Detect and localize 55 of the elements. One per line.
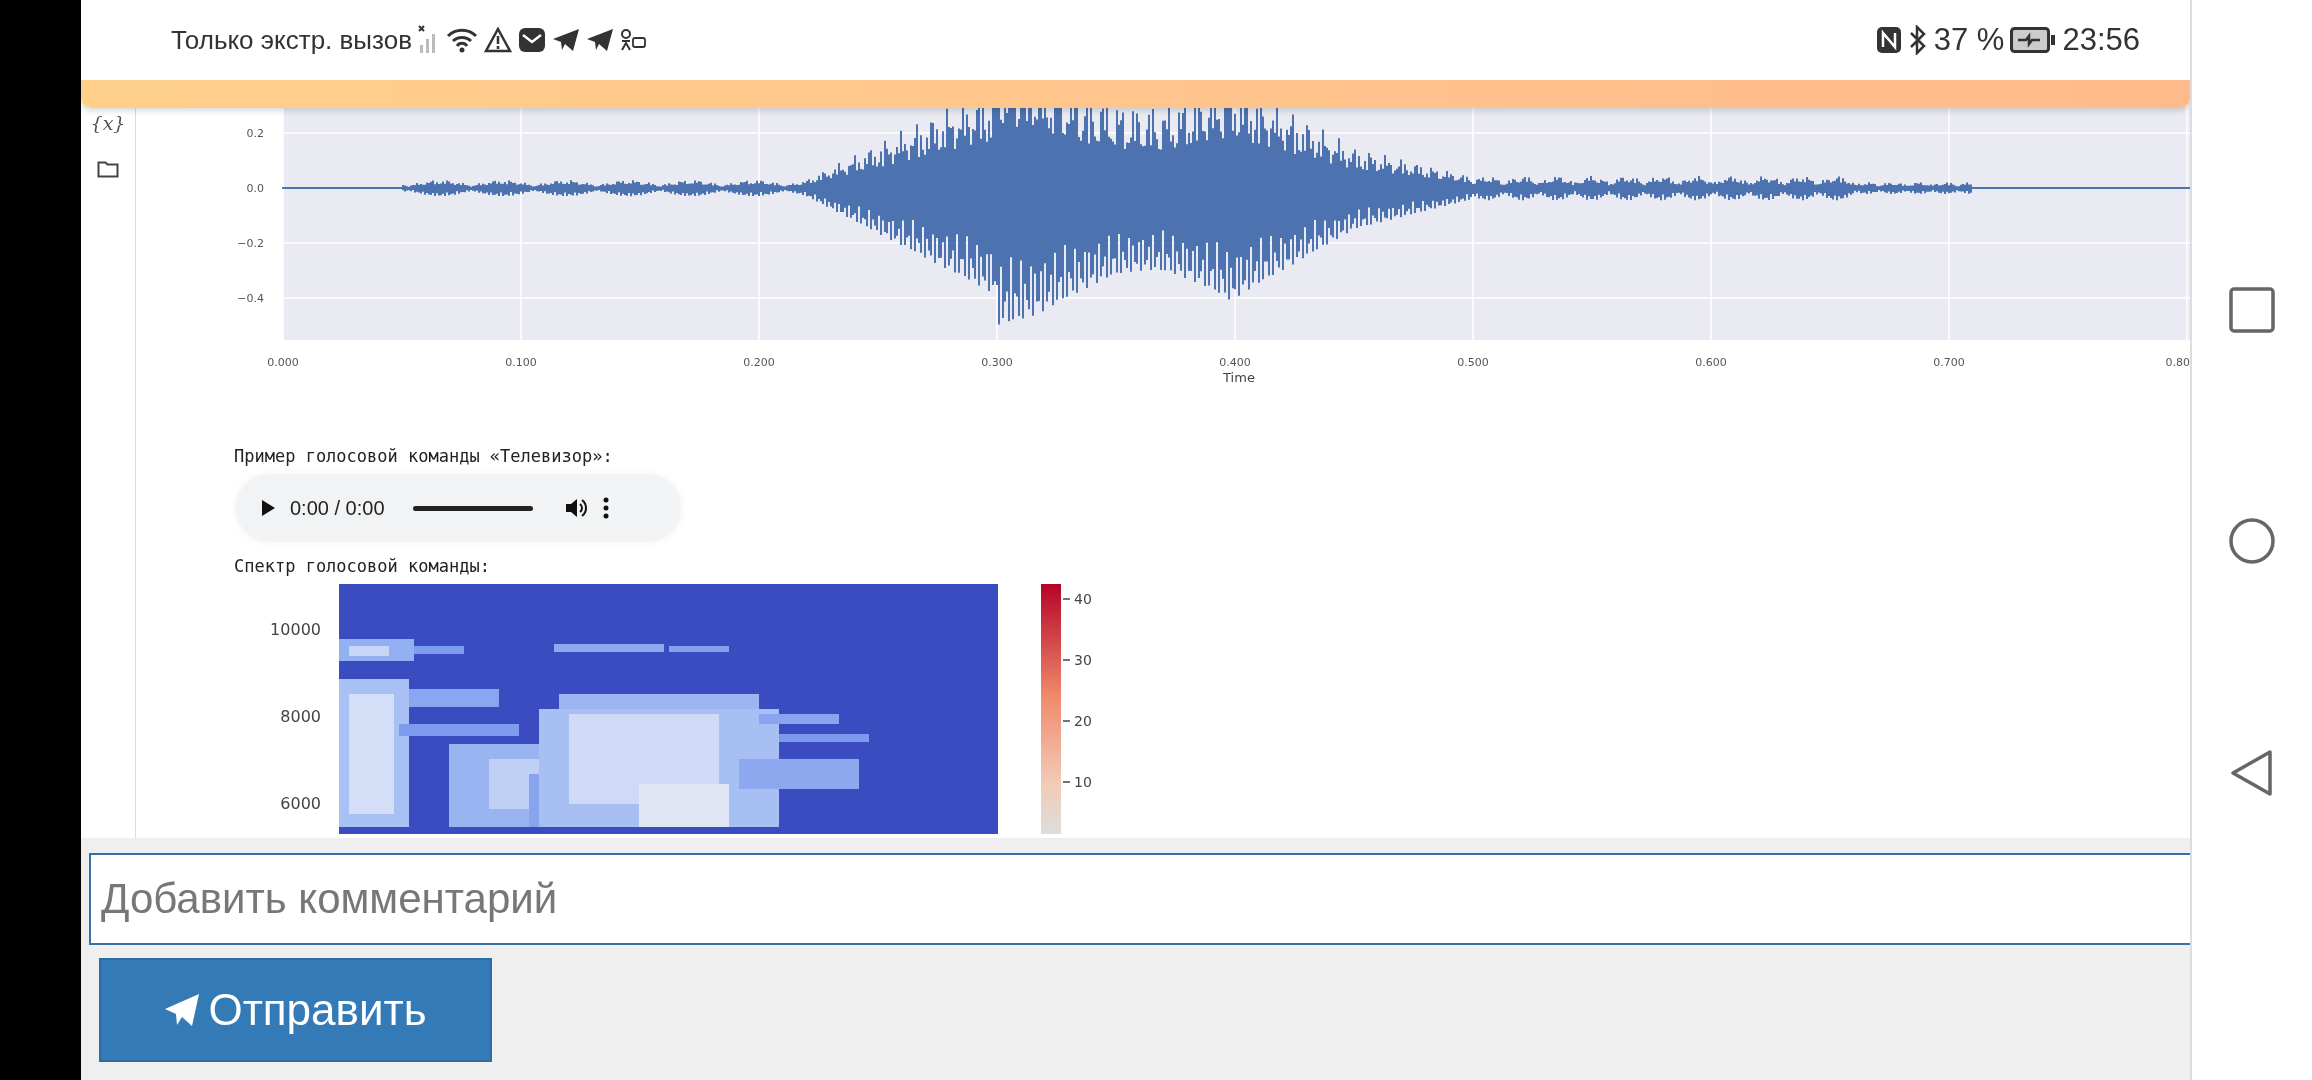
play-icon[interactable] [260,499,276,517]
progress-track[interactable] [412,505,533,511]
notification-icon [619,28,646,52]
x-tick-label: 0.600 [1695,356,1727,369]
playback-time: 0:00 / 0:00 [290,496,385,520]
variables-icon[interactable]: {x} [90,112,126,134]
tick-mark [1062,598,1071,600]
x-tick-label: 0.500 [1457,356,1489,369]
y-tick-label: 0.0 [246,182,264,195]
recent-apps-icon[interactable] [2229,287,2275,333]
nfc-icon [1875,26,1902,54]
wifi-icon [445,26,478,54]
x-tick-label: 0.400 [1219,356,1251,369]
paper-plane-icon [551,28,580,52]
heatmap-cell [669,646,729,652]
back-icon[interactable] [2230,749,2274,797]
y-tick-label: 10000 [270,620,321,639]
mail-icon [517,27,546,53]
colorbar-tick-label: 30 [1074,652,1092,668]
tick-mark [1062,659,1071,661]
x-tick-label: 0.700 [1933,356,1965,369]
carrier-text: Только экстр. вызов [171,24,412,56]
y-tick-label: −0.4 [237,292,264,305]
x-tick-label: 0.200 [743,356,775,369]
caption-text: Спектр голосовой команды: [234,556,491,576]
more-options-icon[interactable] [602,497,609,519]
y-tick-label: −0.2 [237,237,264,250]
colorbar-tick-label: 40 [1074,591,1092,607]
paper-plane-icon [164,993,201,1027]
y-tick-label: 0.2 [246,127,264,140]
heatmap-cell [349,646,389,656]
comment-field[interactable]: Добавить комментарий [89,853,2190,945]
caption-text: Пример голосовой команды «Телевизор»: [234,446,614,466]
folder-icon[interactable] [97,160,119,178]
tick-mark [1062,720,1071,722]
y-tick-label: 8000 [280,707,321,726]
home-icon[interactable] [2228,517,2276,565]
battery-percent: 37 % [1933,22,2005,58]
volume-icon[interactable] [564,497,589,519]
x-tick-label: 0.000 [267,356,299,369]
battery-icon [2010,27,2057,53]
colorbar-tick-label: 10 [1074,774,1092,790]
colorbar-tick-label: 20 [1074,713,1092,729]
x-tick-label: 0.100 [505,356,537,369]
x-tick-label: 0.300 [981,356,1013,369]
audio-player[interactable]: 0:00 / 0:00 [236,474,681,542]
clock-time: 23:56 [2062,22,2140,58]
y-tick-label: 6000 [280,794,321,813]
x-tick-label: 0.80 [2165,356,2190,369]
x-axis-label: Time [1223,370,1255,385]
paper-plane-icon [585,28,614,52]
tick-mark [1062,781,1071,783]
send-button[interactable]: Отправить [99,958,492,1062]
warning-icon [483,27,512,53]
bluetooth-icon [1907,25,1928,55]
